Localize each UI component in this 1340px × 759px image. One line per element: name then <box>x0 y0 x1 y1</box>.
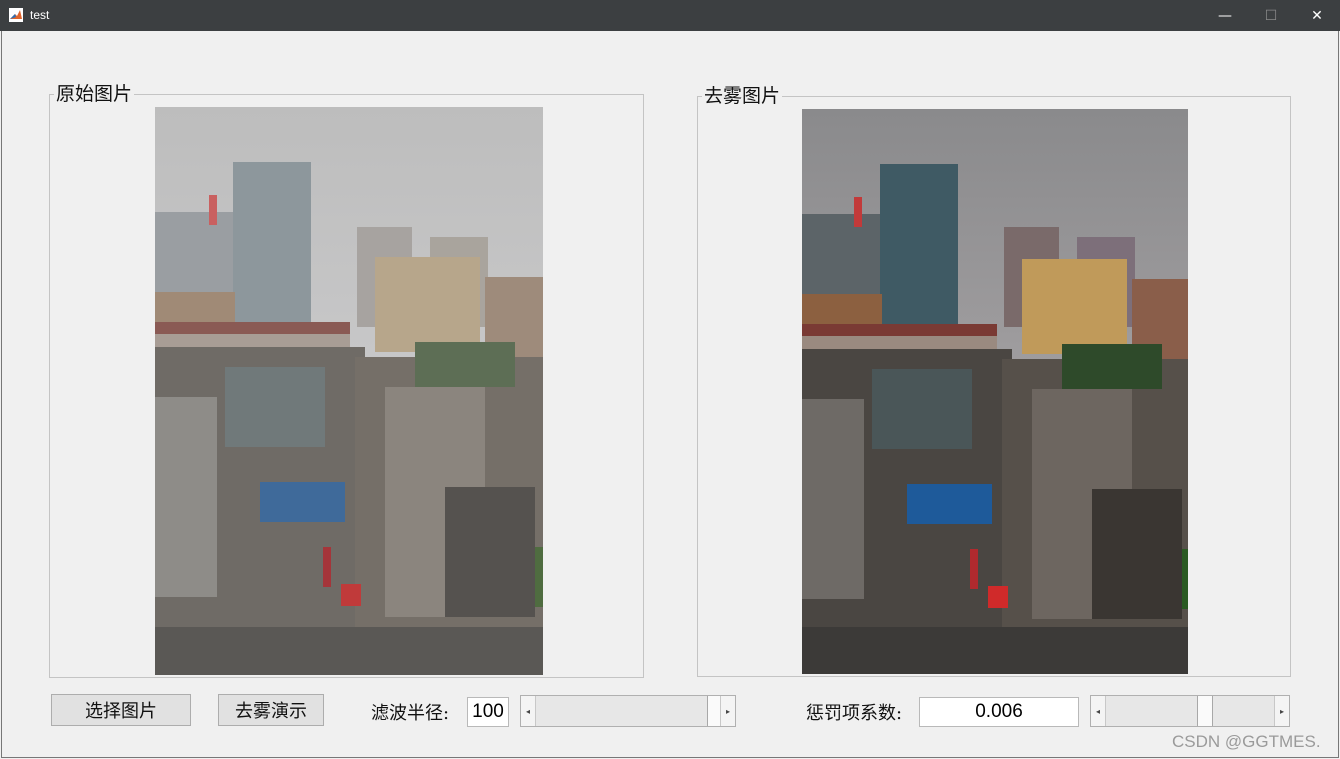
filter-radius-field[interactable]: 100 <box>467 697 509 727</box>
original-image <box>155 107 543 675</box>
penalty-coefficient-slider[interactable]: ◂ ▸ <box>1090 695 1290 727</box>
left-arrow-icon[interactable]: ◂ <box>1091 696 1106 726</box>
window-title: test <box>30 8 50 22</box>
select-image-button[interactable]: 选择图片 <box>51 694 191 726</box>
left-arrow-icon[interactable]: ◂ <box>521 696 536 726</box>
penalty-coefficient-field[interactable]: 0.006 <box>919 697 1079 727</box>
right-arrow-icon[interactable]: ▸ <box>720 696 735 726</box>
panel-title: 原始图片 <box>54 83 135 105</box>
filter-radius-slider[interactable]: ◂ ▸ <box>520 695 736 727</box>
filter-radius-label: 滤波半径: <box>371 703 450 724</box>
close-button[interactable]: ✕ <box>1294 0 1340 31</box>
panel-title: 去雾图片 <box>702 85 783 107</box>
watermark: CSDN @GGTMES. <box>1172 732 1321 751</box>
slider-thumb[interactable] <box>1197 696 1213 726</box>
minimize-button[interactable]: — <box>1202 0 1248 31</box>
dehazed-image <box>802 109 1188 674</box>
right-arrow-icon[interactable]: ▸ <box>1274 696 1289 726</box>
maximize-button[interactable]: ☐ <box>1248 0 1294 31</box>
dehaze-demo-button[interactable]: 去雾演示 <box>218 694 324 726</box>
title-bar: test — ☐ ✕ <box>0 0 1340 31</box>
matlab-icon <box>9 8 23 22</box>
penalty-coefficient-label: 惩罚项系数: <box>806 703 903 724</box>
